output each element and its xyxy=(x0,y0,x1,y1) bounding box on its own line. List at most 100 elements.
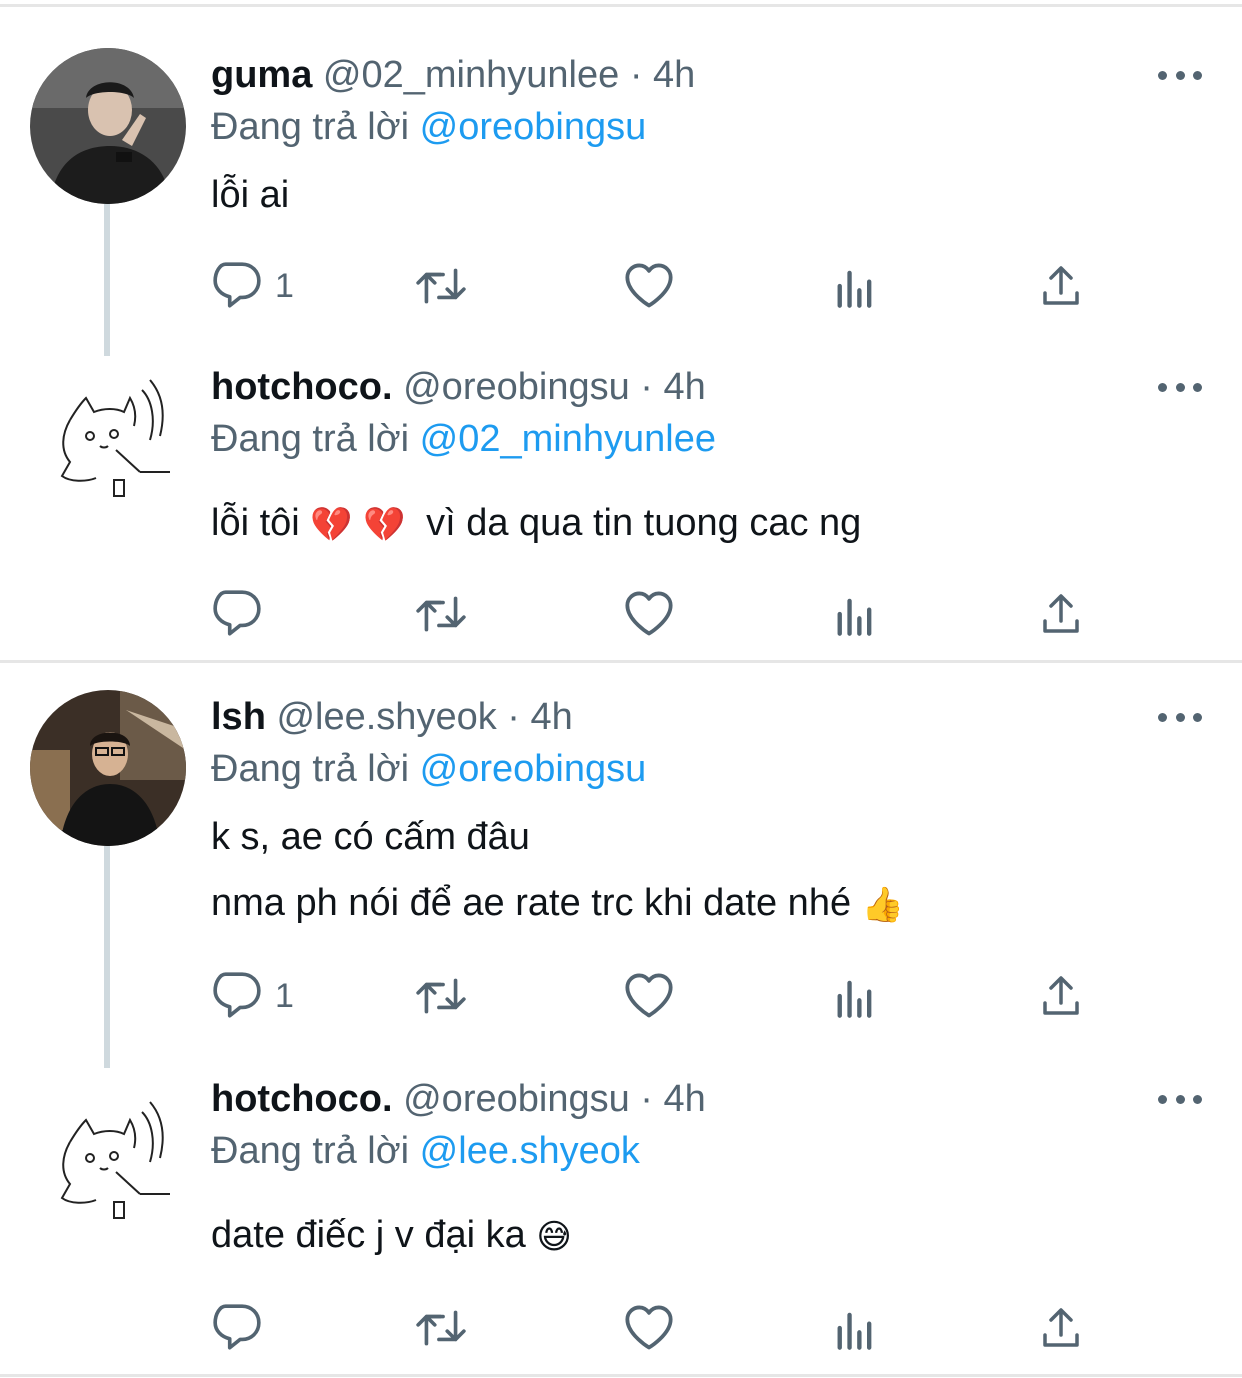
more-dot-icon xyxy=(1193,70,1202,80)
share-button[interactable] xyxy=(1037,968,1085,1024)
more-dot-icon xyxy=(1193,382,1202,392)
retweet-button[interactable] xyxy=(413,968,469,1024)
views-icon xyxy=(833,1304,877,1352)
tweet[interactable]: lsh @lee.shyeok · 4h Đang trả lời @oreob… xyxy=(0,664,1242,1060)
timestamp[interactable]: 4h xyxy=(664,1078,706,1120)
timestamp[interactable]: 4h xyxy=(653,54,695,96)
reply-icon xyxy=(213,1304,261,1350)
reply-button[interactable]: 1 xyxy=(211,258,294,314)
retweet-button[interactable] xyxy=(413,258,469,314)
reply-icon xyxy=(213,590,261,636)
retweet-icon xyxy=(416,1310,466,1346)
display-name[interactable]: guma xyxy=(211,54,312,96)
replying-mention-link[interactable]: @oreobingsu xyxy=(420,106,647,148)
timestamp[interactable]: 4h xyxy=(664,366,706,408)
tweet-text: nma ph nói để ae rate trc khi date nhé 👍 xyxy=(211,880,904,928)
replying-mention-link[interactable]: @oreobingsu xyxy=(420,748,647,790)
thread-divider xyxy=(0,660,1242,663)
separator-dot: · xyxy=(640,366,653,408)
separator-dot: · xyxy=(507,696,520,738)
like-button[interactable] xyxy=(623,968,675,1024)
share-icon xyxy=(1043,266,1079,305)
action-bar xyxy=(211,1300,1091,1356)
more-dot-icon xyxy=(1193,1094,1202,1104)
more-options-button[interactable] xyxy=(1158,67,1202,83)
display-name[interactable]: hotchoco. xyxy=(211,1078,393,1120)
retweet-icon xyxy=(416,596,466,632)
replying-to: Đang trả lời @lee.shyeok xyxy=(211,1128,640,1174)
more-dot-icon xyxy=(1193,712,1202,722)
reply-button[interactable] xyxy=(211,586,275,642)
tweet[interactable]: guma @02_minhyunlee · 4h Đang trả lời @o… xyxy=(0,0,1242,350)
user-handle[interactable]: @oreobingsu xyxy=(403,366,630,408)
share-icon xyxy=(1043,1308,1079,1347)
reply-icon xyxy=(213,262,261,308)
more-options-button[interactable] xyxy=(1158,379,1202,395)
retweet-button[interactable] xyxy=(413,586,469,642)
replying-prefix: Đang trả lời xyxy=(211,748,410,790)
share-button[interactable] xyxy=(1037,1300,1085,1356)
more-dot-icon xyxy=(1158,70,1167,80)
more-dot-icon xyxy=(1158,382,1167,392)
thumbs-up-emoji: 👍 xyxy=(861,885,904,924)
reply-count: 1 xyxy=(275,266,294,305)
views-button[interactable] xyxy=(833,586,877,642)
views-icon xyxy=(833,590,877,638)
timestamp[interactable]: 4h xyxy=(531,696,573,738)
retweet-icon xyxy=(416,978,466,1014)
share-button[interactable] xyxy=(1037,586,1085,642)
broken-heart-emoji: 💔 xyxy=(363,505,406,544)
more-dot-icon xyxy=(1175,70,1185,80)
heart-icon xyxy=(625,263,673,308)
tweet-text: date điếc j v đại ka 😅 xyxy=(211,1212,572,1260)
avatar[interactable] xyxy=(30,1082,186,1238)
user-handle[interactable]: @02_minhyunlee xyxy=(323,54,619,96)
sweat-smile-emoji: 😅 xyxy=(536,1217,572,1256)
heart-icon xyxy=(625,973,673,1018)
separator-dot: · xyxy=(640,1078,653,1120)
tweet-header: hotchoco. @oreobingsu · 4h xyxy=(211,364,706,410)
like-button[interactable] xyxy=(623,258,675,314)
like-button[interactable] xyxy=(623,1300,675,1356)
more-dot-icon xyxy=(1175,1094,1185,1104)
avatar[interactable] xyxy=(30,690,186,846)
replying-to: Đang trả lời @oreobingsu xyxy=(211,746,646,792)
views-icon xyxy=(833,262,877,310)
reply-button[interactable]: 1 xyxy=(211,968,294,1024)
replying-mention-link[interactable]: @02_minhyunlee xyxy=(420,418,716,460)
reply-count: 1 xyxy=(275,976,294,1015)
heart-icon xyxy=(625,1305,673,1350)
tweet[interactable]: hotchoco. @oreobingsu · 4h Đang trả lời … xyxy=(0,350,1242,660)
reply-button[interactable] xyxy=(211,1300,275,1356)
tweet-text: k s, ae có cấm đâu xyxy=(211,816,530,858)
views-button[interactable] xyxy=(833,968,877,1024)
replying-to: Đang trả lời @oreobingsu xyxy=(211,104,646,150)
like-button[interactable] xyxy=(623,586,675,642)
views-icon xyxy=(833,972,877,1020)
tweet-header: lsh @lee.shyeok · 4h xyxy=(211,694,573,740)
bottom-divider xyxy=(0,1374,1242,1377)
replying-prefix: Đang trả lời xyxy=(211,418,410,460)
share-icon xyxy=(1043,976,1079,1015)
tweet[interactable]: hotchoco. @oreobingsu · 4h Đang trả lời … xyxy=(0,1062,1242,1374)
action-bar xyxy=(211,586,1091,642)
avatar[interactable] xyxy=(30,360,186,516)
display-name[interactable]: lsh xyxy=(211,696,266,738)
replying-prefix: Đang trả lời xyxy=(211,1130,410,1172)
user-handle[interactable]: @lee.shyeok xyxy=(276,696,496,738)
action-bar: 1 xyxy=(211,968,1091,1024)
share-button[interactable] xyxy=(1037,258,1085,314)
views-button[interactable] xyxy=(833,1300,877,1356)
views-button[interactable] xyxy=(833,258,877,314)
replying-mention-link[interactable]: @lee.shyeok xyxy=(420,1130,640,1172)
user-handle[interactable]: @oreobingsu xyxy=(403,1078,630,1120)
retweet-button[interactable] xyxy=(413,1300,469,1356)
more-options-button[interactable] xyxy=(1158,709,1202,725)
tweet-header: hotchoco. @oreobingsu · 4h xyxy=(211,1076,706,1122)
avatar[interactable] xyxy=(30,48,186,204)
separator-dot: · xyxy=(629,54,643,96)
more-options-button[interactable] xyxy=(1158,1091,1202,1107)
tweet-text-part: lỗi tôi xyxy=(211,502,300,544)
broken-heart-emoji: 💔 xyxy=(310,505,353,544)
display-name[interactable]: hotchoco. xyxy=(211,366,393,408)
